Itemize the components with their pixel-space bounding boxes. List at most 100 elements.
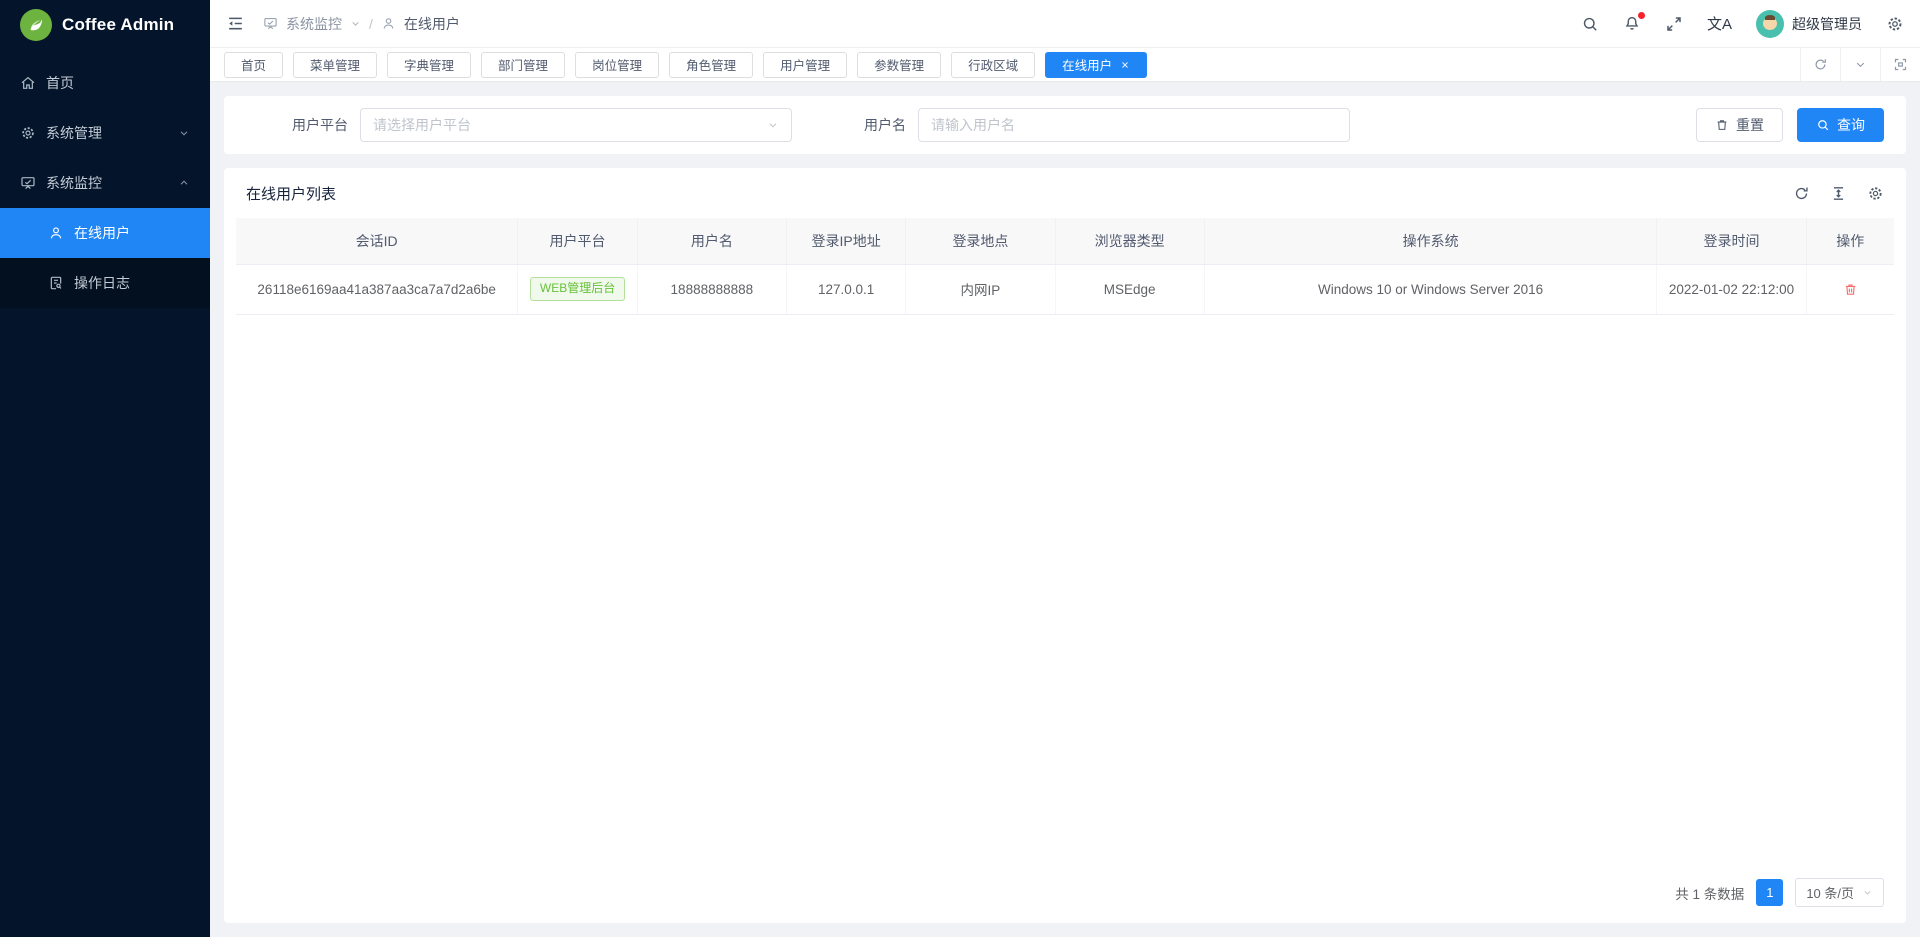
breadcrumb-current: 在线用户 [404,14,460,34]
panel-title: 在线用户列表 [246,183,336,204]
cell-ip: 127.0.0.1 [786,264,905,314]
tab-item[interactable]: 部门管理 [481,52,565,78]
delete-trash-icon[interactable] [1843,282,1858,297]
filter-buttons: 重置 查询 [1696,108,1884,142]
tab-bar: 首页 菜单管理 字典管理 部门管理 岗位管理 角色管理 用户管理 参数管理 行政… [210,48,1920,82]
tab-item[interactable]: 角色管理 [669,52,753,78]
platform-select-placeholder: 请选择用户平台 [373,115,767,135]
table-header-cell: 用户平台 [518,218,637,264]
tab-close-icon[interactable] [1120,60,1130,70]
breadcrumb-parent[interactable]: 系统监控 [286,14,342,34]
gear-icon [20,125,36,141]
table-header-cell: 浏览器类型 [1055,218,1204,264]
breadcrumb: 系统监控 / 在线用户 [263,14,460,34]
cell-session-id: 26118e6169aa41a387aa3ca7a7d2a6be [236,264,518,314]
sidebar: Coffee Admin 首页 系统管理 系统监控 [0,0,210,937]
sidebar-subitem-label: 在线用户 [74,223,130,243]
table-header-cell: 登录IP地址 [786,218,905,264]
cell-os: Windows 10 or Windows Server 2016 [1204,264,1657,314]
table-header-cell: 操作 [1806,218,1894,264]
pagination: 共 1 条数据 1 10 条/页 [224,866,1906,923]
chevron-down-icon [350,18,361,29]
platform-select[interactable]: 请选择用户平台 [360,108,792,142]
header-actions: 文A 超级管理员 [1581,10,1904,38]
username-input[interactable] [918,108,1350,142]
online-users-panel: 在线用户列表 [224,168,1906,923]
search-button[interactable]: 查询 [1797,108,1884,142]
sidebar-subitem-online-users[interactable]: 在线用户 [0,208,210,258]
pagination-page-1[interactable]: 1 [1756,879,1783,906]
refresh-icon[interactable] [1793,185,1810,202]
tab-item[interactable]: 行政区域 [951,52,1035,78]
page-size-select[interactable]: 10 条/页 [1795,878,1884,907]
search-icon[interactable] [1581,15,1599,33]
tab-item[interactable]: 参数管理 [857,52,941,78]
platform-tag: WEB管理后台 [530,277,625,301]
tab-tools [1800,48,1920,81]
cell-location: 内网IP [906,264,1055,314]
page-size-value: 10 条/页 [1806,883,1854,902]
panel-header: 在线用户列表 [224,168,1906,218]
tab-item[interactable]: 岗位管理 [575,52,659,78]
fullscreen-icon[interactable] [1665,15,1683,33]
table-header-cell: 登录时间 [1657,218,1806,264]
chevron-down-icon [178,127,190,139]
online-users-table: 会话ID 用户平台 用户名 登录IP地址 登录地点 浏览器类型 操作系统 登录时… [224,218,1906,315]
cell-login-time: 2022-01-02 22:12:00 [1657,264,1806,314]
tab-item[interactable]: 字典管理 [387,52,471,78]
sidebar-subitem-operation-logs[interactable]: 操作日志 [0,258,210,308]
table-header-cell: 操作系统 [1204,218,1657,264]
sidebar-item-system-monitor[interactable]: 系统监控 [0,158,210,208]
sidebar-item-system-management[interactable]: 系统管理 [0,108,210,158]
pagination-total: 共 1 条数据 [1675,883,1744,903]
cell-actions [1806,264,1894,314]
main-region: 系统监控 / 在线用户 文A 超级管理员 [210,0,1920,937]
trash-icon [1715,118,1729,132]
notification-bell-icon[interactable] [1623,15,1641,33]
user-icon [48,225,64,241]
sidebar-item-label: 首页 [46,73,74,93]
tabs-chevron-down-icon[interactable] [1840,48,1880,81]
panel-tools [1793,185,1884,202]
user-menu[interactable]: 超级管理员 [1756,10,1862,38]
tabs-maximize-icon[interactable] [1880,48,1920,81]
column-settings-gear-icon[interactable] [1867,185,1884,202]
tab-item[interactable]: 用户管理 [763,52,847,78]
tabs-refresh-icon[interactable] [1800,48,1840,81]
filter-bar: 用户平台 请选择用户平台 用户名 重置 [224,96,1906,154]
row-height-stretch-icon[interactable] [1830,185,1847,202]
settings-gear-icon[interactable] [1886,15,1904,33]
cell-platform: WEB管理后台 [518,264,637,314]
sidebar-item-label: 系统管理 [46,123,102,143]
tab-item-active[interactable]: 在线用户 [1045,52,1147,78]
cell-username: 18888888888 [637,264,786,314]
logo-leaf-icon [20,9,52,41]
sidebar-subitem-label: 操作日志 [74,273,130,293]
table-header-cell: 会话ID [236,218,518,264]
platform-label: 用户平台 [292,115,348,135]
table-row: 26118e6169aa41a387aa3ca7a7d2a6be WEB管理后台… [236,264,1894,314]
username-filter-group: 用户名 [864,108,1350,142]
sidebar-item-label: 系统监控 [46,173,102,193]
tab-item[interactable]: 首页 [224,52,283,78]
sidebar-item-home[interactable]: 首页 [0,58,210,108]
table-header-cell: 用户名 [637,218,786,264]
username-label: 用户名 [864,115,906,135]
home-icon [20,75,36,91]
notification-dot [1638,12,1645,19]
reset-button[interactable]: 重置 [1696,108,1783,142]
chevron-down-icon [767,119,779,131]
sidebar-menu: 首页 系统管理 系统监控 在线用户 [0,58,210,308]
search-icon [1816,118,1830,132]
sidebar-logo[interactable]: Coffee Admin [0,0,210,50]
chevron-down-icon [1862,887,1873,898]
page-content: 用户平台 请选择用户平台 用户名 重置 [210,82,1920,937]
platform-filter-group: 用户平台 请选择用户平台 [292,108,792,142]
monitor-icon [263,16,278,31]
log-icon [48,275,64,291]
translate-icon[interactable]: 文A [1707,13,1732,34]
tab-list: 首页 菜单管理 字典管理 部门管理 岗位管理 角色管理 用户管理 参数管理 行政… [224,52,1800,78]
monitor-icon [20,175,36,191]
tab-item[interactable]: 菜单管理 [293,52,377,78]
collapse-sidebar-icon[interactable] [226,14,245,33]
